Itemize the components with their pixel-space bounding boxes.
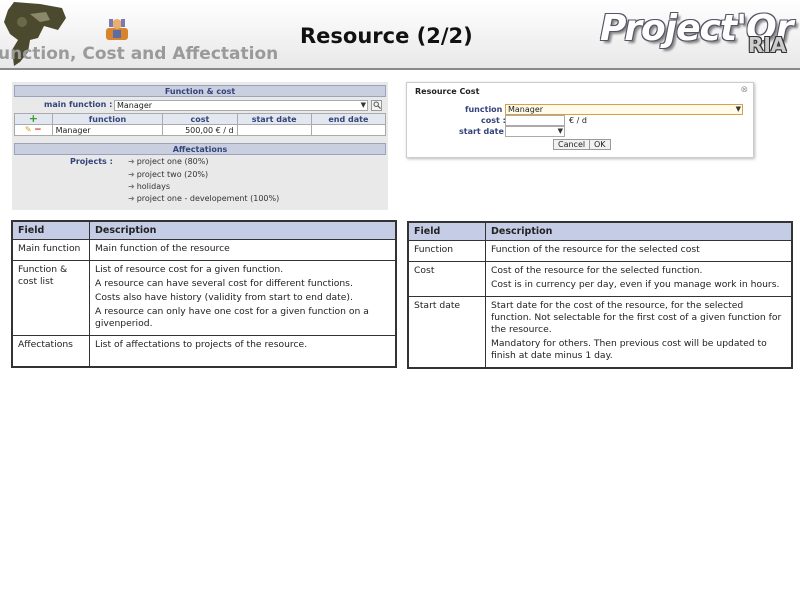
list-item[interactable]: ➜ project two (20%): [128, 170, 208, 179]
field-cell: Start date: [407, 296, 486, 369]
arrow-right-icon: ➜: [128, 194, 135, 203]
description-cell: Function of the resource for the selecte…: [485, 240, 793, 262]
slide-header: unction, Cost and Affectation Resource (…: [0, 0, 800, 70]
field-cell: Affectations: [11, 335, 90, 368]
column-header-function: function: [51, 113, 164, 125]
page-title: Resource (2/2): [300, 24, 473, 48]
list-item[interactable]: ➜ holidays: [128, 182, 170, 191]
column-header-field: Field: [11, 220, 90, 240]
brand-suffix: RIA: [748, 33, 787, 57]
projects-label: Projects :: [70, 157, 113, 166]
column-header-description: Description: [89, 220, 397, 240]
dialog-cost-label: cost :: [481, 116, 506, 125]
page-subtitle: unction, Cost and Affectation: [0, 44, 279, 64]
main-function-label: main function :: [44, 100, 113, 109]
chevron-down-icon: ▼: [360, 101, 366, 109]
search-icon[interactable]: [371, 100, 382, 111]
field-cell: Function: [407, 240, 486, 262]
main-function-value: Manager: [117, 101, 153, 110]
left-field-description-table: Field Description Main function Main fun…: [11, 220, 397, 368]
table-row: Cost Cost of the resource for the select…: [407, 261, 793, 297]
arrow-right-icon: ➜: [128, 157, 135, 166]
cell-end-date: [310, 124, 387, 136]
resource-form-panel: Function & cost main function : Manager …: [12, 82, 388, 210]
column-header-start-date: start date: [236, 113, 312, 125]
field-cell: Function & cost list: [11, 260, 90, 336]
right-field-description-table: Field Description Function Function of t…: [407, 221, 793, 369]
chevron-down-icon: ▼: [735, 105, 741, 113]
remove-icon[interactable]: −: [34, 125, 42, 135]
main-function-select[interactable]: Manager ▼: [114, 100, 368, 111]
table-row: Affectations List of affectations to pro…: [11, 335, 397, 368]
table-row: Function Function of the resource for th…: [407, 240, 793, 262]
affectations-section-header: Affectations: [14, 143, 386, 155]
table-row: Main function Main function of the resou…: [11, 239, 397, 261]
dialog-function-label: function :: [465, 105, 509, 114]
dialog-title: Resource Cost: [415, 87, 480, 96]
list-item[interactable]: ➜ project one (80%): [128, 157, 208, 166]
resource-cost-dialog: Resource Cost ⊗ function : Manager ▼ cos…: [406, 82, 754, 158]
resource-user-icon: [106, 19, 128, 40]
arrow-right-icon: ➜: [128, 170, 135, 179]
description-cell: List of resource cost for a given functi…: [89, 260, 397, 336]
add-cost-cell: +: [14, 112, 53, 125]
dialog-function-value: Manager: [508, 105, 544, 114]
table-row: Start date Start date for the cost of th…: [407, 296, 793, 369]
cell-cost: 500,00 € / d: [162, 124, 238, 136]
dialog-start-date-input[interactable]: ▼: [505, 126, 565, 137]
list-item[interactable]: ➜ project one - developement (100%): [128, 194, 279, 203]
row-actions: ✎ −: [14, 124, 53, 136]
description-cell: Cost of the resource for the selected fu…: [485, 261, 793, 297]
ok-button[interactable]: OK: [589, 139, 611, 150]
table-row: Function & cost list List of resource co…: [11, 260, 397, 336]
column-header-field: Field: [407, 221, 486, 241]
arrow-right-icon: ➜: [128, 182, 135, 191]
dialog-function-select[interactable]: Manager ▼: [505, 104, 743, 115]
edit-icon[interactable]: ✎: [25, 125, 32, 134]
dialog-cost-input[interactable]: [505, 115, 565, 126]
table-row: ✎ − Manager 500,00 € / d: [14, 124, 387, 136]
field-cell: Cost: [407, 261, 486, 297]
column-header-description: Description: [485, 221, 793, 241]
dialog-start-date-label: start date :: [459, 127, 510, 136]
function-cost-table: + function cost start date end date ✎ − …: [14, 112, 387, 136]
description-cell: Main function of the resource: [89, 239, 397, 261]
dialog-cost-unit: € / d: [569, 116, 587, 125]
field-cell: Main function: [11, 239, 90, 261]
column-header-end-date: end date: [310, 113, 387, 125]
chevron-down-icon: ▼: [557, 127, 563, 135]
add-icon[interactable]: +: [29, 112, 38, 125]
cell-start-date: [236, 124, 312, 136]
cell-function: Manager: [51, 124, 164, 136]
cancel-button[interactable]: Cancel: [553, 139, 591, 150]
close-icon[interactable]: ⊗: [740, 85, 748, 95]
description-cell: List of affectations to projects of the …: [89, 335, 397, 368]
function-cost-section-header: Function & cost: [14, 85, 386, 97]
column-header-cost: cost: [162, 113, 238, 125]
description-cell: Start date for the cost of the resource,…: [485, 296, 793, 369]
